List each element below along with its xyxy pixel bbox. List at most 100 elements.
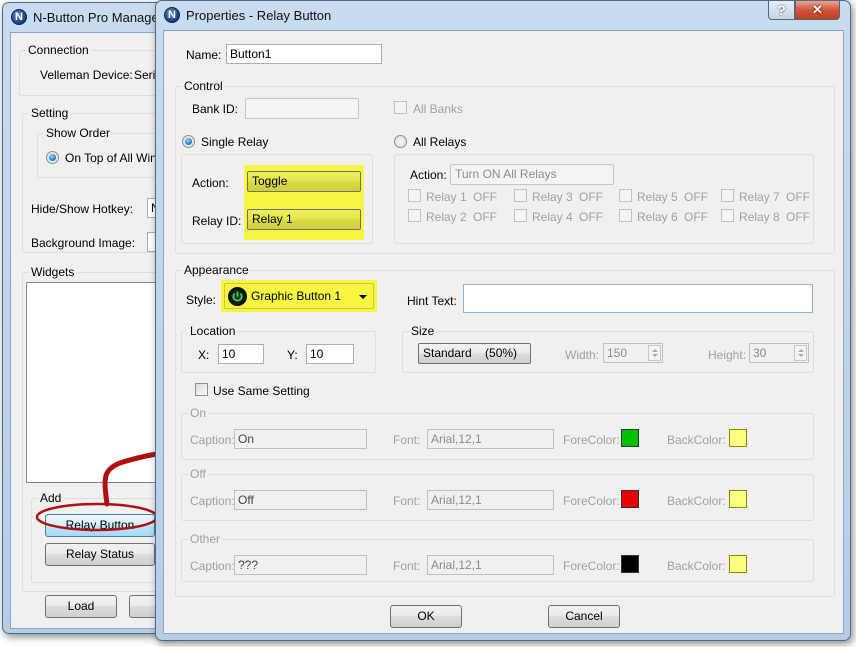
caption-label: Caption: — [190, 433, 235, 447]
font-label: Font: — [393, 559, 421, 573]
relay-checkbox-label: Relay 6 — [637, 210, 678, 224]
help-button[interactable]: ? — [768, 1, 795, 20]
caption-input[interactable]: ??? — [234, 555, 367, 575]
y-label: Y: — [287, 348, 298, 362]
control-group: Control Bank ID: All Banks Single Relay … — [175, 79, 835, 254]
help-icon: ? — [777, 2, 786, 18]
relay-state: OFF — [473, 210, 497, 224]
power-button-icon — [228, 287, 247, 306]
chevron-down-icon — [359, 295, 367, 299]
relay-checkbox[interactable] — [514, 209, 527, 222]
relay-state: OFF — [684, 190, 708, 204]
backcolor-swatch[interactable] — [729, 555, 747, 573]
relay-state: OFF — [579, 210, 603, 224]
size-preset-combo[interactable]: Standard (50%) — [418, 343, 531, 364]
hint-text-label: Hint Text: — [407, 294, 457, 308]
annotation-oval — [35, 502, 159, 532]
close-button[interactable]: ✕ — [795, 1, 840, 20]
backcolor-label: BackColor: — [667, 433, 726, 447]
close-icon: ✕ — [812, 2, 823, 17]
use-same-setting-checkbox[interactable] — [195, 383, 208, 396]
forecolor-swatch[interactable] — [621, 490, 639, 508]
name-label: Name: — [186, 48, 222, 62]
relay-checkbox-label: Relay 8 — [739, 210, 780, 224]
backcolor-swatch[interactable] — [729, 429, 747, 447]
state-group-label: On — [188, 406, 209, 420]
relay-checkbox-label: Relay 7 — [739, 190, 780, 204]
font-label: Font: — [393, 433, 421, 447]
use-same-setting-label: Use Same Setting — [213, 384, 310, 398]
spinner-arrows-icon[interactable] — [794, 345, 807, 361]
height-spinner[interactable]: 30 — [749, 343, 809, 363]
font-input[interactable]: Arial,12,1 — [427, 429, 554, 449]
all-action-label: Action: — [410, 168, 447, 182]
all-relays-panel: Action: Turn ON All Relays Relay 1 OFF Rel… — [394, 154, 814, 244]
size-group-label: Size — [409, 324, 437, 338]
relay-id-combo[interactable]: Relay 1 — [247, 209, 361, 230]
relay-state: OFF — [786, 190, 810, 204]
relay-checkbox[interactable] — [514, 189, 527, 202]
forecolor-swatch[interactable] — [621, 555, 639, 573]
location-group-label: Location — [188, 324, 238, 338]
caption-label: Caption: — [190, 494, 235, 508]
appearance-group: Appearance Style: Graphic Button 1 Hint … — [175, 263, 835, 597]
y-input[interactable]: 10 — [306, 344, 354, 364]
height-label: Height: — [708, 348, 747, 362]
forecolor-label: ForeColor: — [563, 559, 620, 573]
forecolor-label: ForeColor: — [563, 494, 620, 508]
width-spinner[interactable]: 150 — [603, 343, 663, 363]
relay-checkbox-label: Relay 1 — [426, 190, 467, 204]
x-label: X: — [198, 348, 210, 362]
style-label: Style: — [186, 293, 217, 307]
all-action-combo[interactable]: Turn ON All Relays — [450, 164, 614, 185]
control-group-label: Control — [182, 79, 225, 93]
action-label: Action: — [192, 176, 229, 190]
hint-text-input[interactable] — [463, 284, 813, 313]
relay-state: OFF — [684, 210, 708, 224]
relay-checkbox[interactable] — [408, 209, 421, 222]
relay-checkbox[interactable] — [408, 189, 421, 202]
backcolor-swatch[interactable] — [729, 490, 747, 508]
x-input[interactable]: 10 — [218, 344, 264, 364]
caption-input[interactable]: On — [234, 429, 367, 449]
relay-checkbox-label: Relay 4 — [532, 210, 573, 224]
relay-checkbox[interactable] — [721, 189, 734, 202]
dialog-titlebar[interactable]: N Properties - Relay Button — [156, 1, 850, 29]
style-value: Graphic Button 1 — [251, 289, 342, 303]
all-relays-label: All Relays — [413, 135, 467, 149]
dialog-title: Properties - Relay Button — [186, 7, 332, 23]
cancel-button[interactable]: Cancel — [548, 605, 620, 628]
relay-id-label: Relay ID: — [192, 214, 242, 228]
relay-state: OFF — [786, 210, 810, 224]
properties-dialog: N Properties - Relay Button ? ✕ Name: Bu… — [155, 0, 851, 641]
relay-checkbox[interactable] — [619, 209, 632, 222]
backcolor-label: BackColor: — [667, 494, 726, 508]
single-relay-radio[interactable] — [182, 135, 195, 148]
caption-label: Caption: — [190, 559, 235, 573]
font-input[interactable]: Arial,12,1 — [427, 490, 554, 510]
relay-checkbox[interactable] — [619, 189, 632, 202]
annotation-arrow — [102, 450, 165, 507]
font-input[interactable]: Arial,12,1 — [427, 555, 554, 575]
ok-button[interactable]: OK — [390, 605, 462, 628]
state-group-label: Off — [188, 467, 208, 481]
all-banks-checkbox[interactable] — [394, 101, 407, 114]
height-value: 30 — [753, 346, 767, 360]
backcolor-label: BackColor: — [667, 559, 726, 573]
relay-checkbox-label: Relay 5 — [637, 190, 678, 204]
forecolor-swatch[interactable] — [621, 429, 639, 447]
state-group-other: Other Caption:??? Font: Arial,12,1 ForeColor… — [181, 532, 814, 582]
name-input[interactable]: Button1 — [226, 44, 382, 64]
style-combo[interactable]: Graphic Button 1 — [224, 283, 374, 309]
relay-checkbox[interactable] — [721, 209, 734, 222]
all-relays-radio[interactable] — [394, 135, 407, 148]
caption-input[interactable]: Off — [234, 490, 367, 510]
relay-checkbox-label: Relay 2 — [426, 210, 467, 224]
state-group-on: On Caption: On Font: Arial,12,1 ForeColor: Bac… — [181, 406, 814, 460]
bank-id-combo[interactable] — [245, 98, 359, 119]
relay-state: OFF — [579, 190, 603, 204]
state-group-off: Off Caption: Off Font: Arial,12,1 ForeColor: B… — [181, 467, 814, 521]
spinner-arrows-icon[interactable] — [648, 345, 661, 361]
single-relay-panel: Action: Toggle Relay ID: Relay 1 — [181, 154, 373, 244]
action-combo[interactable]: Toggle — [247, 171, 361, 192]
